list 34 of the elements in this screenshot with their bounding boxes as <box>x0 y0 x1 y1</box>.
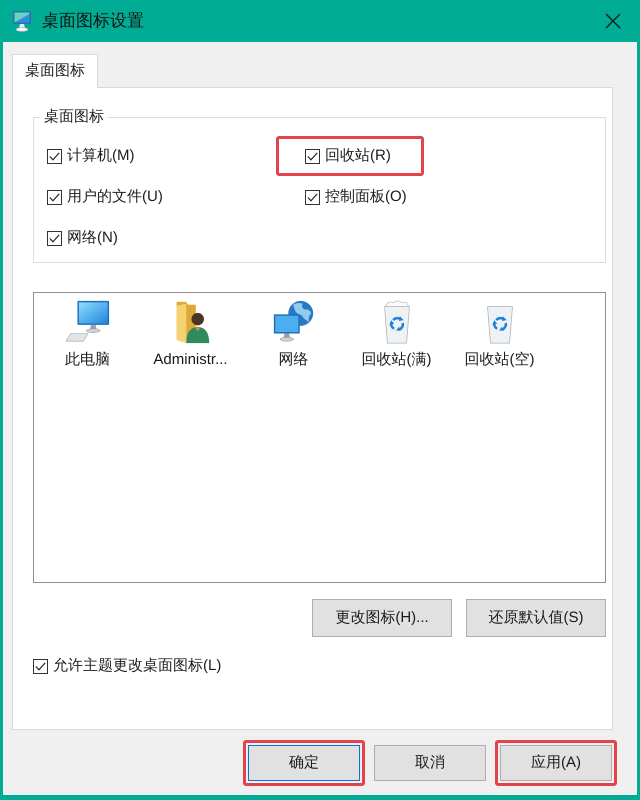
checkmark-icon <box>49 234 60 242</box>
checkbox[interactable] <box>33 658 48 674</box>
monitor-app-icon <box>12 9 32 33</box>
desktop-icon-item[interactable]: Administr... <box>139 299 242 372</box>
close-icon <box>605 13 621 29</box>
desktop-icon-item[interactable]: 回收站(空) <box>448 299 551 372</box>
checkbox[interactable] <box>47 190 62 204</box>
checkbox[interactable] <box>305 190 320 204</box>
checkmark-icon <box>35 662 46 670</box>
window-title: 桌面图标设置 <box>42 10 144 32</box>
checkbox[interactable] <box>47 148 62 164</box>
group-title: 桌面图标 <box>43 108 105 126</box>
dialog-button[interactable]: 应用(A) <box>500 745 612 781</box>
checkbox[interactable] <box>305 148 320 164</box>
desktop-icon-item[interactable]: 网络 <box>242 299 345 372</box>
close-button[interactable] <box>604 12 622 30</box>
checkmark-icon <box>49 152 60 160</box>
tab[interactable]: 桌面图标 <box>12 54 98 88</box>
checkmark-icon <box>307 192 318 202</box>
checkbox-option[interactable]: 回收站(R) <box>305 144 391 168</box>
dialog-button[interactable]: 确定 <box>248 745 360 781</box>
desktop-icon-item[interactable]: 回收站(满) <box>345 299 448 372</box>
checkbox-option[interactable]: 计算机(M) <box>47 144 134 168</box>
icon-action-button[interactable]: 更改图标(H)... <box>312 599 452 637</box>
checkbox-option[interactable]: 控制面板(O) <box>305 186 407 208</box>
dialog-button[interactable]: 取消 <box>374 745 486 781</box>
checkbox-option[interactable]: 网络(N) <box>47 226 118 250</box>
checkbox[interactable] <box>47 230 62 246</box>
checkbox-option[interactable]: 用户的文件(U) <box>47 186 163 208</box>
checkbox-option[interactable]: 允许主题更改桌面图标(L) <box>33 654 222 678</box>
checkmark-icon <box>49 192 60 202</box>
icon-action-button[interactable]: 还原默认值(S) <box>466 599 606 637</box>
checkmark-icon <box>307 152 318 160</box>
desktop-icon-item[interactable]: 此电脑 <box>36 299 139 372</box>
